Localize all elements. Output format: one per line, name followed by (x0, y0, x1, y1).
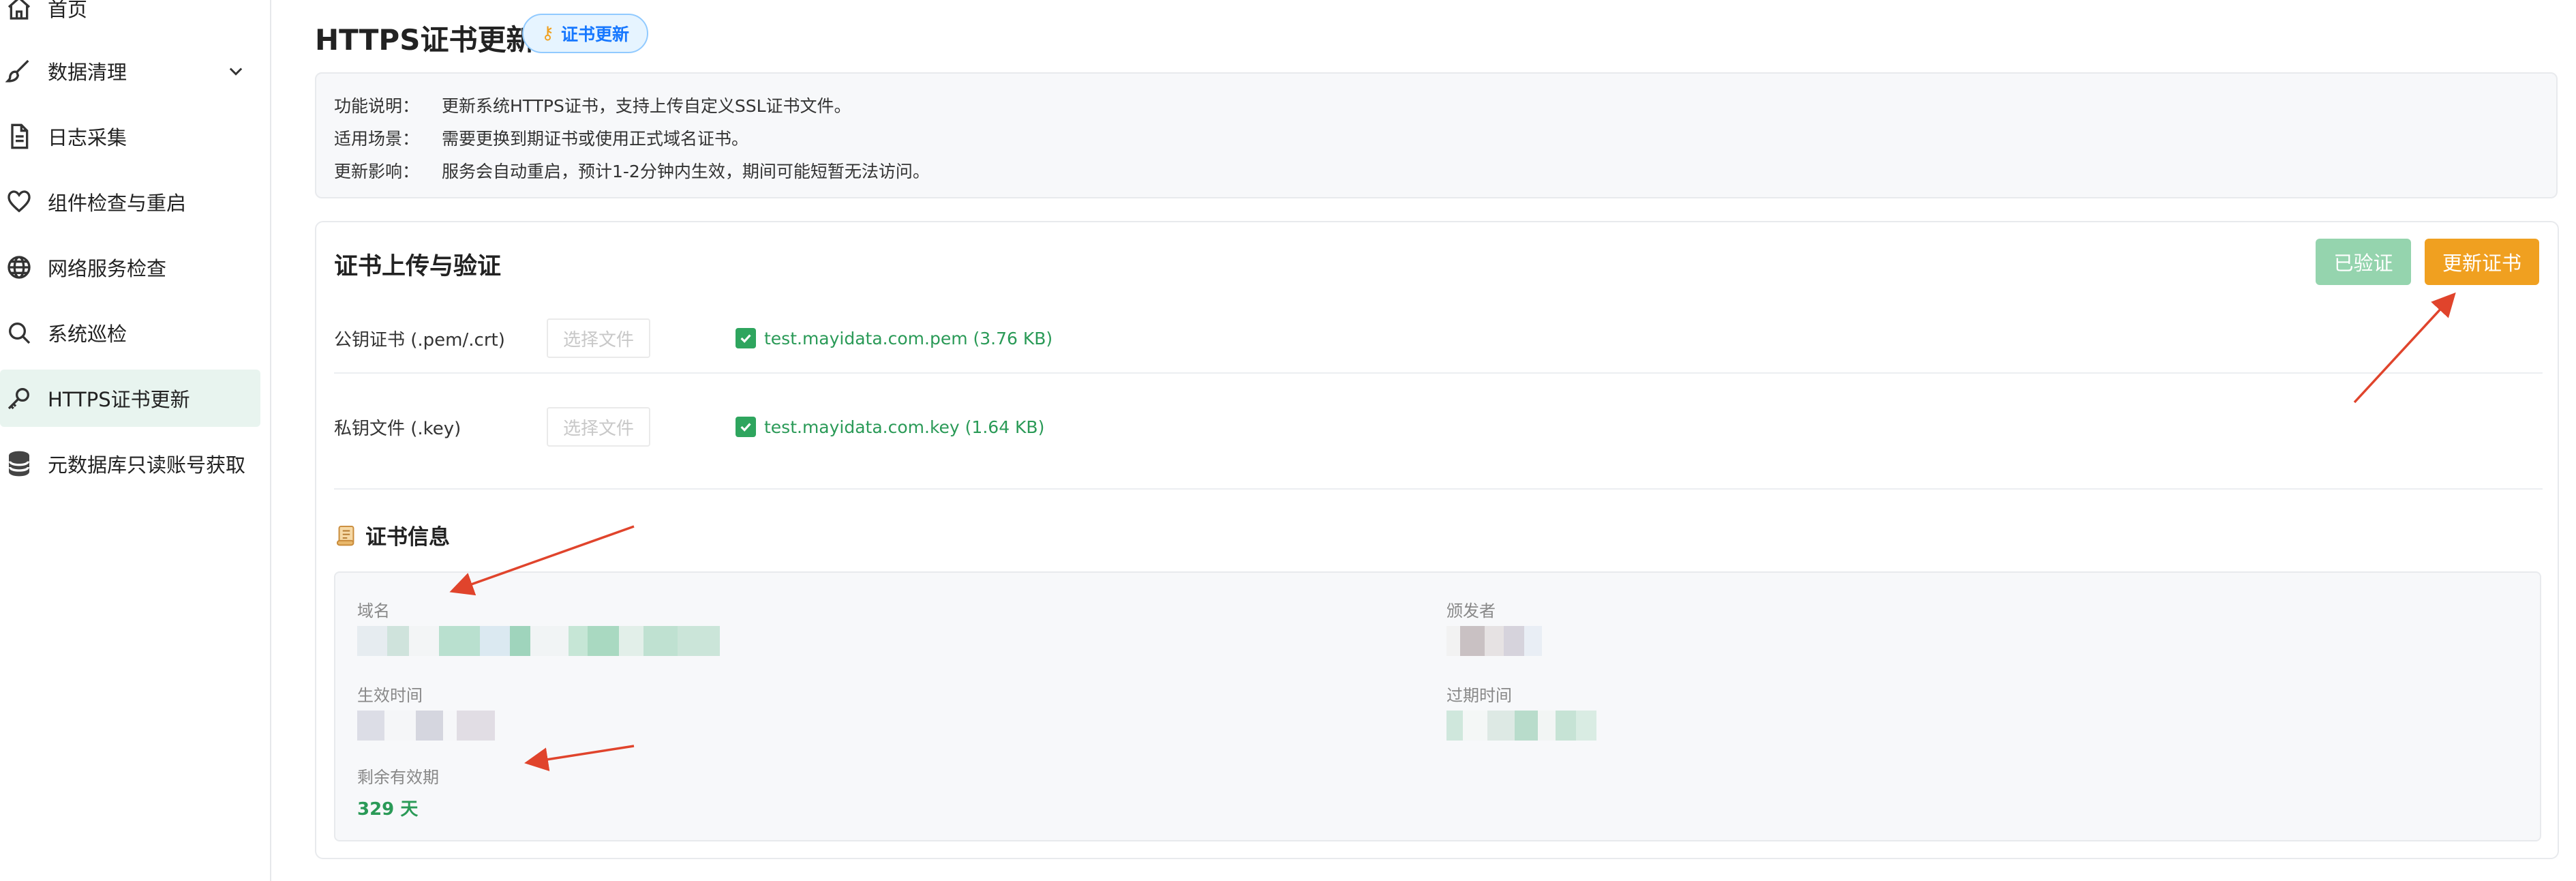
description-label: 功能说明： (334, 96, 420, 116)
sidebar-item-network-check[interactable]: 网络服务检查 (0, 239, 260, 296)
description-label: 更新影响： (334, 162, 420, 181)
title-badge: ⚷ 证书更新 (522, 14, 649, 53)
brush-icon (4, 56, 34, 86)
valid-from-value-redacted (357, 711, 500, 741)
private-key-label: 私钥文件 (.key) (334, 418, 461, 439)
sidebar-item-system-inspection[interactable]: 系统巡检 (0, 304, 260, 361)
remaining-value: 329 天 (357, 799, 419, 820)
private-key-row: 私钥文件 (.key) 选择文件 test.mayidata.com.key (… (334, 386, 2543, 468)
page-title: HTTPS证书更新 (315, 23, 535, 57)
database-icon (4, 449, 34, 479)
description-row: 更新影响： 服务会自动重启，预计1-2分钟内生效，期间可能短暂无法访问。 (334, 158, 930, 183)
private-key-filename: test.mayidata.com.key (1.64 KB) (764, 417, 1045, 437)
cert-upload-card: 证书上传与验证 已验证 更新证书 公钥证书 (.pem/.crt) 选择文件 t… (315, 221, 2559, 859)
key-icon: ⚷ (541, 23, 555, 44)
sidebar-item-https-cert[interactable]: HTTPS证书更新 (0, 370, 260, 427)
key-icon (4, 383, 34, 413)
domain-label: 域名 (357, 601, 390, 621)
valid-to-value-redacted (1446, 711, 1596, 741)
divider (334, 488, 2543, 490)
issuer-label: 颁发者 (1446, 601, 1496, 621)
sidebar: 首页 数据清理 日志采集 组件检查与重启 网络服务检查 系统巡检 HTTPS证书… (0, 0, 271, 881)
heart-icon (4, 187, 34, 217)
remaining-label: 剩余有效期 (357, 768, 439, 787)
sidebar-item-label: 元数据库只读账号获取 (48, 453, 246, 477)
card-title: 证书上传与验证 (334, 253, 502, 280)
badge-label: 证书更新 (561, 25, 630, 44)
issuer-value-redacted (1446, 626, 1542, 656)
sidebar-item-label: 网络服务检查 (48, 257, 167, 280)
chevron-down-icon[interactable] (226, 61, 245, 80)
public-cert-row: 公钥证书 (.pem/.crt) 选择文件 test.mayidata.com.… (334, 297, 2543, 379)
search-icon (4, 318, 34, 348)
public-cert-filename: test.mayidata.com.pem (3.76 KB) (764, 328, 1053, 348)
cert-info-heading: 证书信息 (335, 520, 450, 550)
sidebar-item-label: 日志采集 (48, 126, 127, 149)
description-row: 适用场景： 需要更换到期证书或使用正式域名证书。 (334, 125, 748, 150)
verified-button[interactable]: 已验证 (2316, 239, 2411, 285)
description-text: 更新系统HTTPS证书，支持上传自定义SSL证书文件。 (442, 96, 851, 116)
description-row: 功能说明： 更新系统HTTPS证书，支持上传自定义SSL证书文件。 (334, 93, 851, 117)
globe-icon (4, 252, 34, 282)
description-text: 需要更换到期证书或使用正式域名证书。 (442, 129, 749, 149)
sidebar-item-data-cleanup[interactable]: 数据清理 (0, 42, 260, 100)
description-label: 适用场景： (334, 129, 420, 149)
document-icon (4, 121, 34, 151)
public-cert-label: 公钥证书 (.pem/.crt) (334, 329, 505, 350)
sidebar-item-metadb-readonly[interactable]: 元数据库只读账号获取 (0, 435, 260, 492)
private-key-file-picker[interactable]: 选择文件 (547, 407, 650, 447)
description-text: 服务会自动重启，预计1-2分钟内生效，期间可能短暂无法访问。 (442, 162, 930, 181)
public-cert-file-picker[interactable]: 选择文件 (547, 318, 650, 358)
valid-from-label: 生效时间 (357, 686, 423, 705)
sidebar-item-label: 组件检查与重启 (48, 192, 187, 215)
update-cert-button[interactable]: 更新证书 (2425, 239, 2539, 285)
checkbox-checked-icon (736, 328, 756, 348)
main-content: HTTPS证书更新 ⚷ 证书更新 功能说明： 更新系统HTTPS证书，支持上传自定… (271, 0, 2576, 881)
divider (334, 372, 2543, 374)
sidebar-item-log-collection[interactable]: 日志采集 (0, 108, 260, 165)
sidebar-item-label: HTTPS证书更新 (48, 388, 190, 411)
sidebar-item-home[interactable]: 首页 (0, 0, 260, 37)
checkbox-checked-icon (736, 417, 756, 437)
description-box: 功能说明： 更新系统HTTPS证书，支持上传自定义SSL证书文件。 适用场景： 需要… (315, 72, 2558, 198)
home-icon (4, 0, 34, 23)
sidebar-item-component-check[interactable]: 组件检查与重启 (0, 173, 260, 230)
sidebar-item-label: 首页 (48, 0, 88, 21)
cert-info-title: 证书信息 (365, 525, 450, 550)
domain-value-redacted (357, 626, 720, 656)
sidebar-item-label: 数据清理 (48, 61, 127, 84)
scroll-icon (336, 525, 354, 546)
sidebar-item-label: 系统巡检 (48, 323, 127, 346)
cert-info-box: 域名 颁发者 生效时间 过期时间 剩余有效期 329 天 (334, 571, 2541, 841)
valid-to-label: 过期时间 (1446, 686, 1512, 705)
